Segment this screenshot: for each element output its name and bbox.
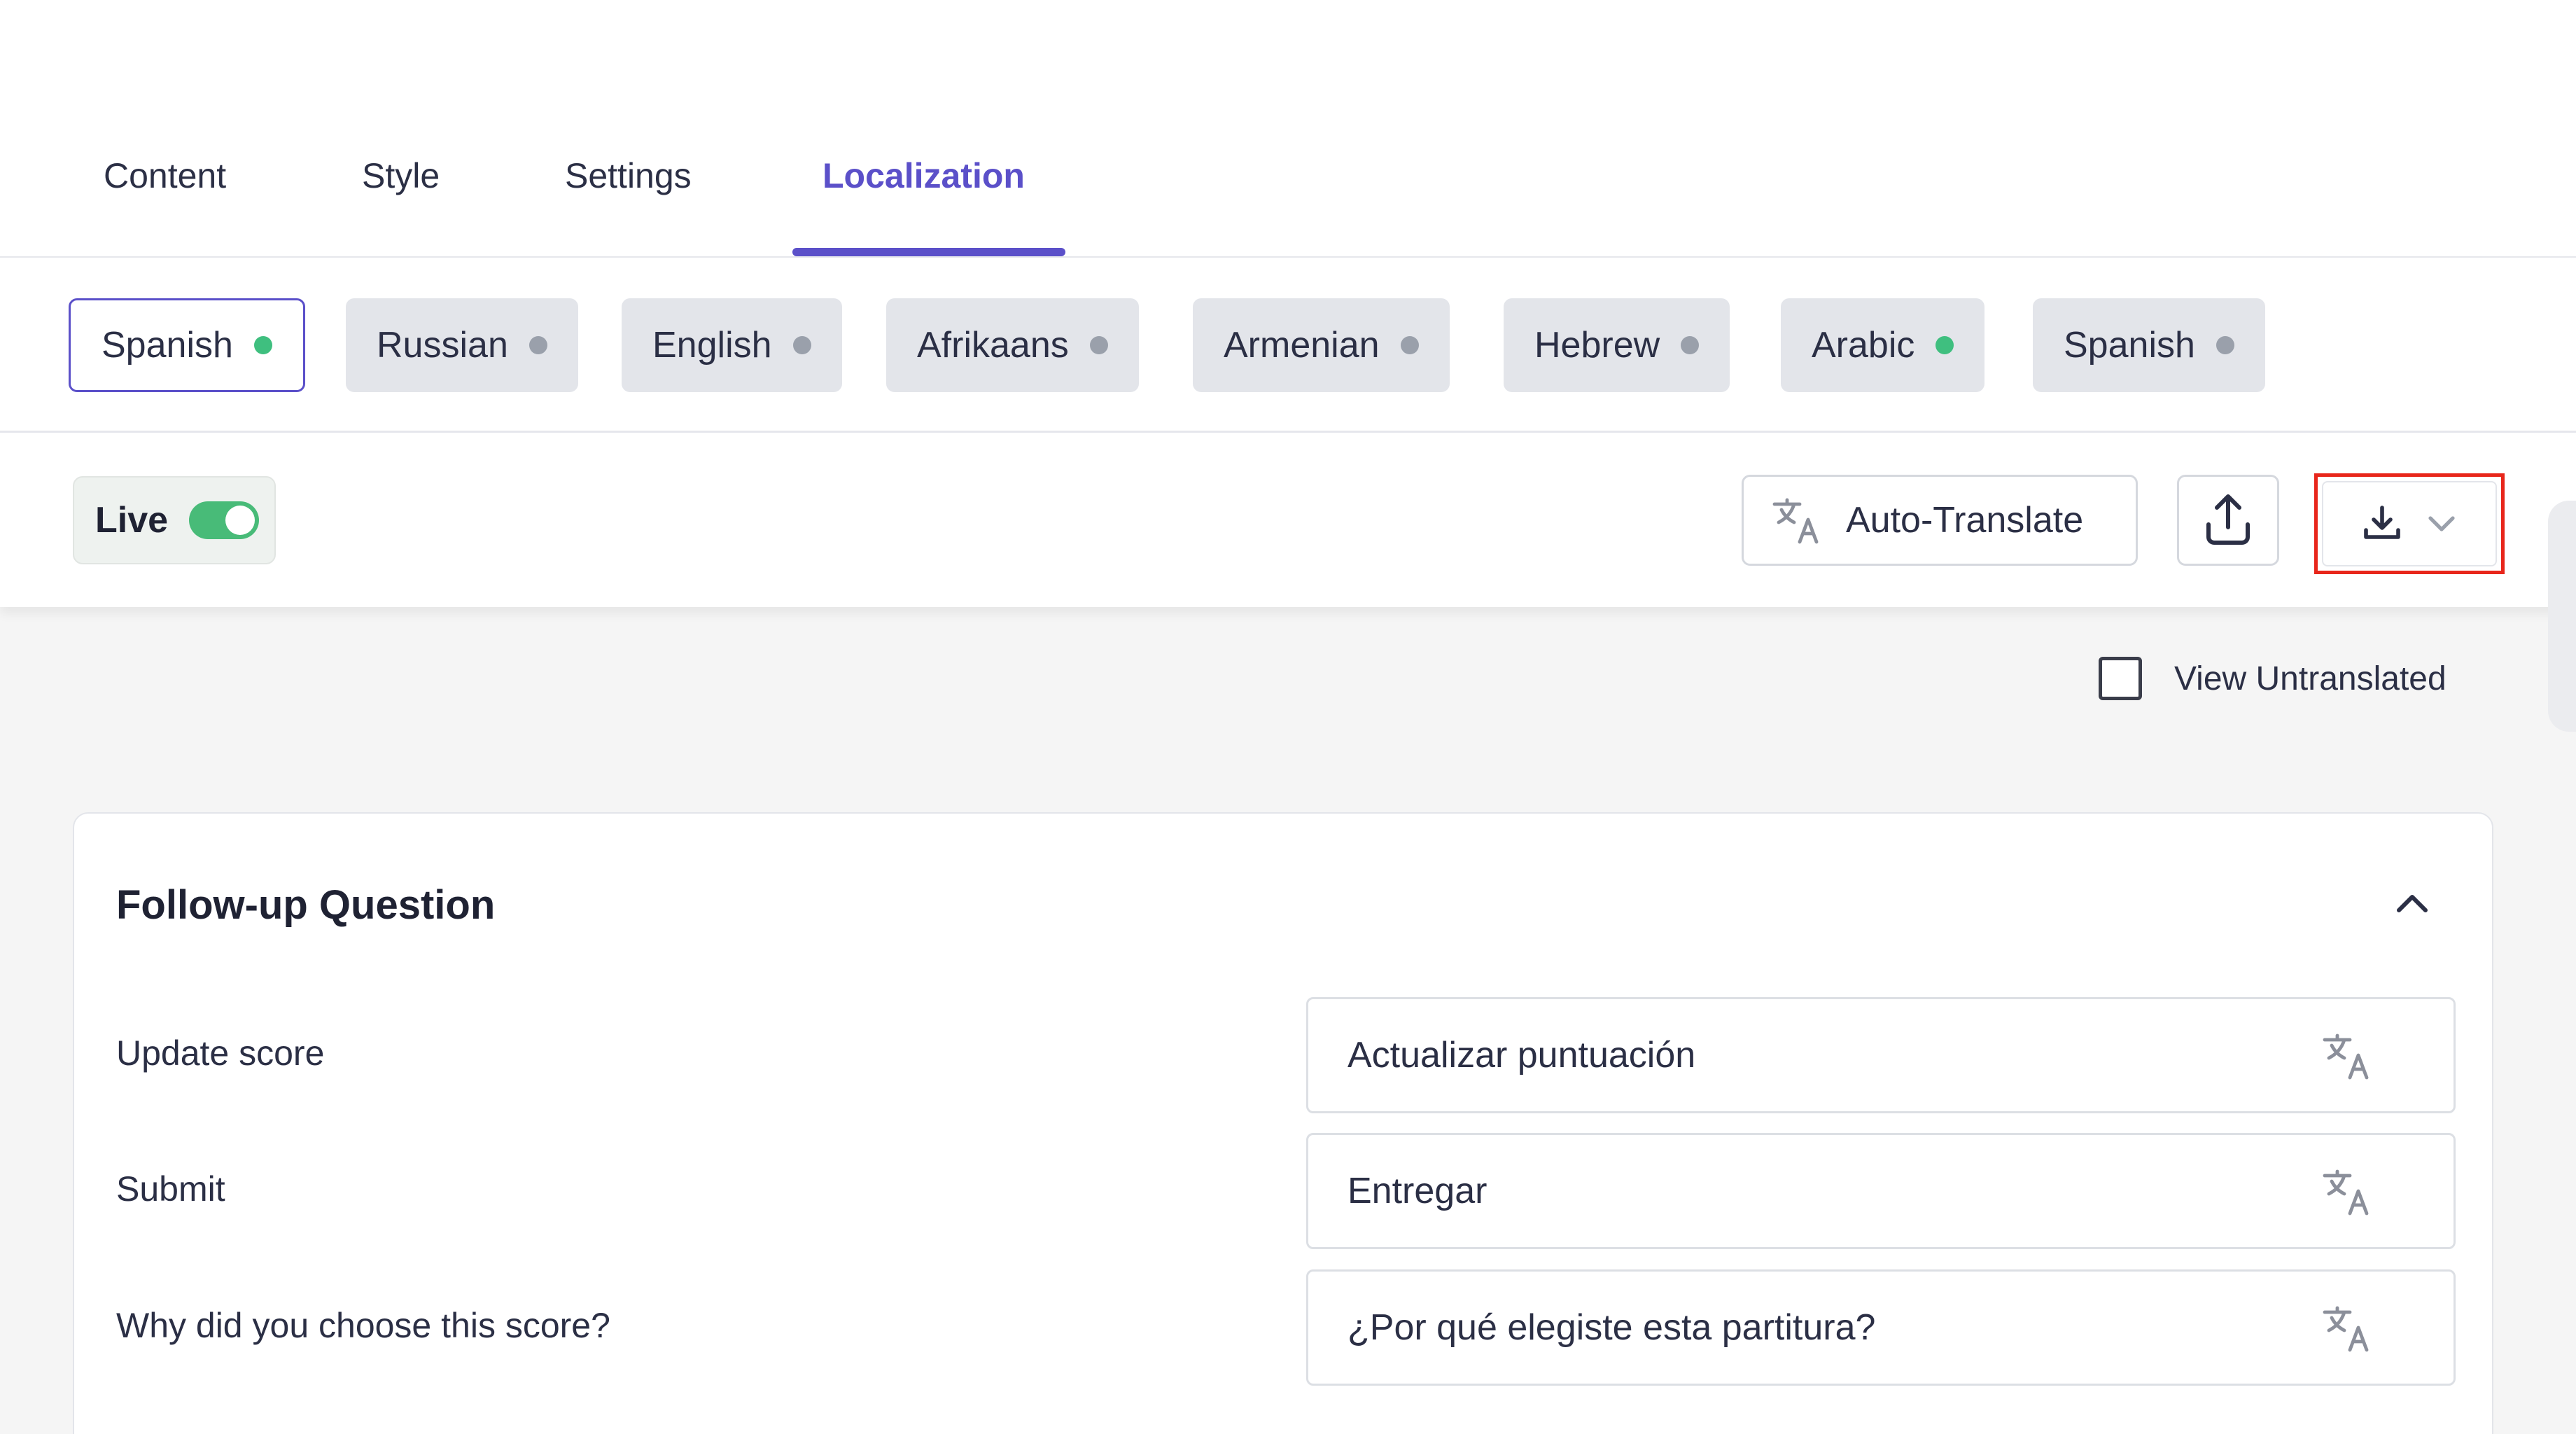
translation-text: Entregar	[1348, 1171, 1488, 1211]
language-chip-label: Hebrew	[1534, 325, 1660, 366]
localization-toolbar: Live Auto-Translate	[0, 434, 2576, 607]
language-chip-afrikaans[interactable]: Afrikaans	[886, 298, 1139, 392]
collapse-section-button[interactable]	[2384, 875, 2440, 931]
side-panel-handle[interactable]	[2548, 501, 2576, 732]
translation-field[interactable]: ¿Por qué elegiste esta partitura?	[1306, 1269, 2456, 1386]
language-chip-spanish-2[interactable]: Spanish	[2033, 298, 2265, 392]
tab-settings[interactable]: Settings	[565, 155, 692, 196]
status-dot	[1681, 336, 1700, 354]
download-button-frame	[2322, 481, 2497, 566]
language-chip-bar: Spanish Russian English Afrikaans Armeni…	[0, 259, 2576, 433]
section-title: Follow-up Question	[116, 882, 496, 928]
translate-icon	[1772, 498, 1819, 544]
language-chip-label: Afrikaans	[917, 325, 1069, 366]
language-chip-hebrew[interactable]: Hebrew	[1504, 298, 1730, 392]
view-untranslated-label: View Untranslated	[2174, 660, 2446, 697]
tab-bar: Content Style Settings Localization	[0, 0, 2576, 258]
live-switch: Live	[73, 476, 276, 564]
source-text: Update score	[116, 1033, 325, 1073]
tab-localization[interactable]: Localization	[822, 155, 1025, 196]
auto-translate-label: Auto-Translate	[1846, 500, 2084, 541]
status-dot	[2216, 336, 2234, 354]
translation-text: ¿Por qué elegiste esta partitura?	[1348, 1307, 1876, 1348]
chevron-down-icon	[2428, 516, 2455, 531]
active-tab-indicator	[792, 248, 1065, 256]
language-chip-russian[interactable]: Russian	[346, 298, 578, 392]
section-card: Follow-up Question Update score Actualiz…	[73, 812, 2493, 1434]
language-chip-english[interactable]: English	[622, 298, 842, 392]
language-chip-label: Spanish	[2064, 325, 2195, 366]
language-chip-label: Spanish	[102, 325, 233, 366]
download-button[interactable]	[2314, 473, 2505, 574]
translation-field[interactable]: Entregar	[1306, 1133, 2456, 1249]
view-untranslated-toggle[interactable]: View Untranslated	[2099, 657, 2446, 700]
status-dot	[528, 336, 547, 354]
upload-button[interactable]	[2177, 475, 2279, 566]
status-dot	[1089, 336, 1108, 354]
live-toggle[interactable]	[189, 501, 260, 539]
language-chip-label: Arabic	[1812, 325, 1915, 366]
app-window: Content Style Settings Localization Span…	[0, 0, 2576, 1434]
language-chip-label: English	[652, 325, 772, 366]
toggle-knob	[225, 506, 255, 535]
status-dot	[792, 336, 811, 354]
status-dot	[253, 336, 272, 354]
tab-content[interactable]: Content	[104, 155, 226, 196]
live-label: Live	[95, 500, 169, 541]
translate-icon[interactable]	[2322, 1167, 2375, 1216]
translate-icon[interactable]	[2322, 1304, 2375, 1353]
view-untranslated-checkbox[interactable]	[2099, 657, 2142, 700]
chevron-up-icon	[2397, 895, 2428, 912]
language-chip-arabic[interactable]: Arabic	[1781, 298, 1985, 392]
download-icon	[2364, 506, 2400, 539]
status-dot	[1400, 336, 1419, 354]
source-text: Why did you choose this score?	[116, 1306, 610, 1345]
translate-icon[interactable]	[2322, 1031, 2375, 1080]
translation-field[interactable]: Actualizar puntuación	[1306, 997, 2456, 1113]
status-dot	[1935, 336, 1954, 354]
translation-text: Actualizar puntuación	[1348, 1035, 1696, 1076]
language-chip-spanish[interactable]: Spanish	[69, 298, 305, 392]
tab-style[interactable]: Style	[362, 155, 440, 196]
language-chip-label: Russian	[377, 325, 508, 366]
language-chip-label: Armenian	[1224, 325, 1380, 366]
language-chip-armenian[interactable]: Armenian	[1193, 298, 1450, 392]
top-panel: Content Style Settings Localization Span…	[0, 0, 2576, 607]
auto-translate-button[interactable]: Auto-Translate	[1742, 475, 2138, 566]
source-text: Submit	[116, 1169, 225, 1209]
upload-icon	[2206, 494, 2250, 545]
